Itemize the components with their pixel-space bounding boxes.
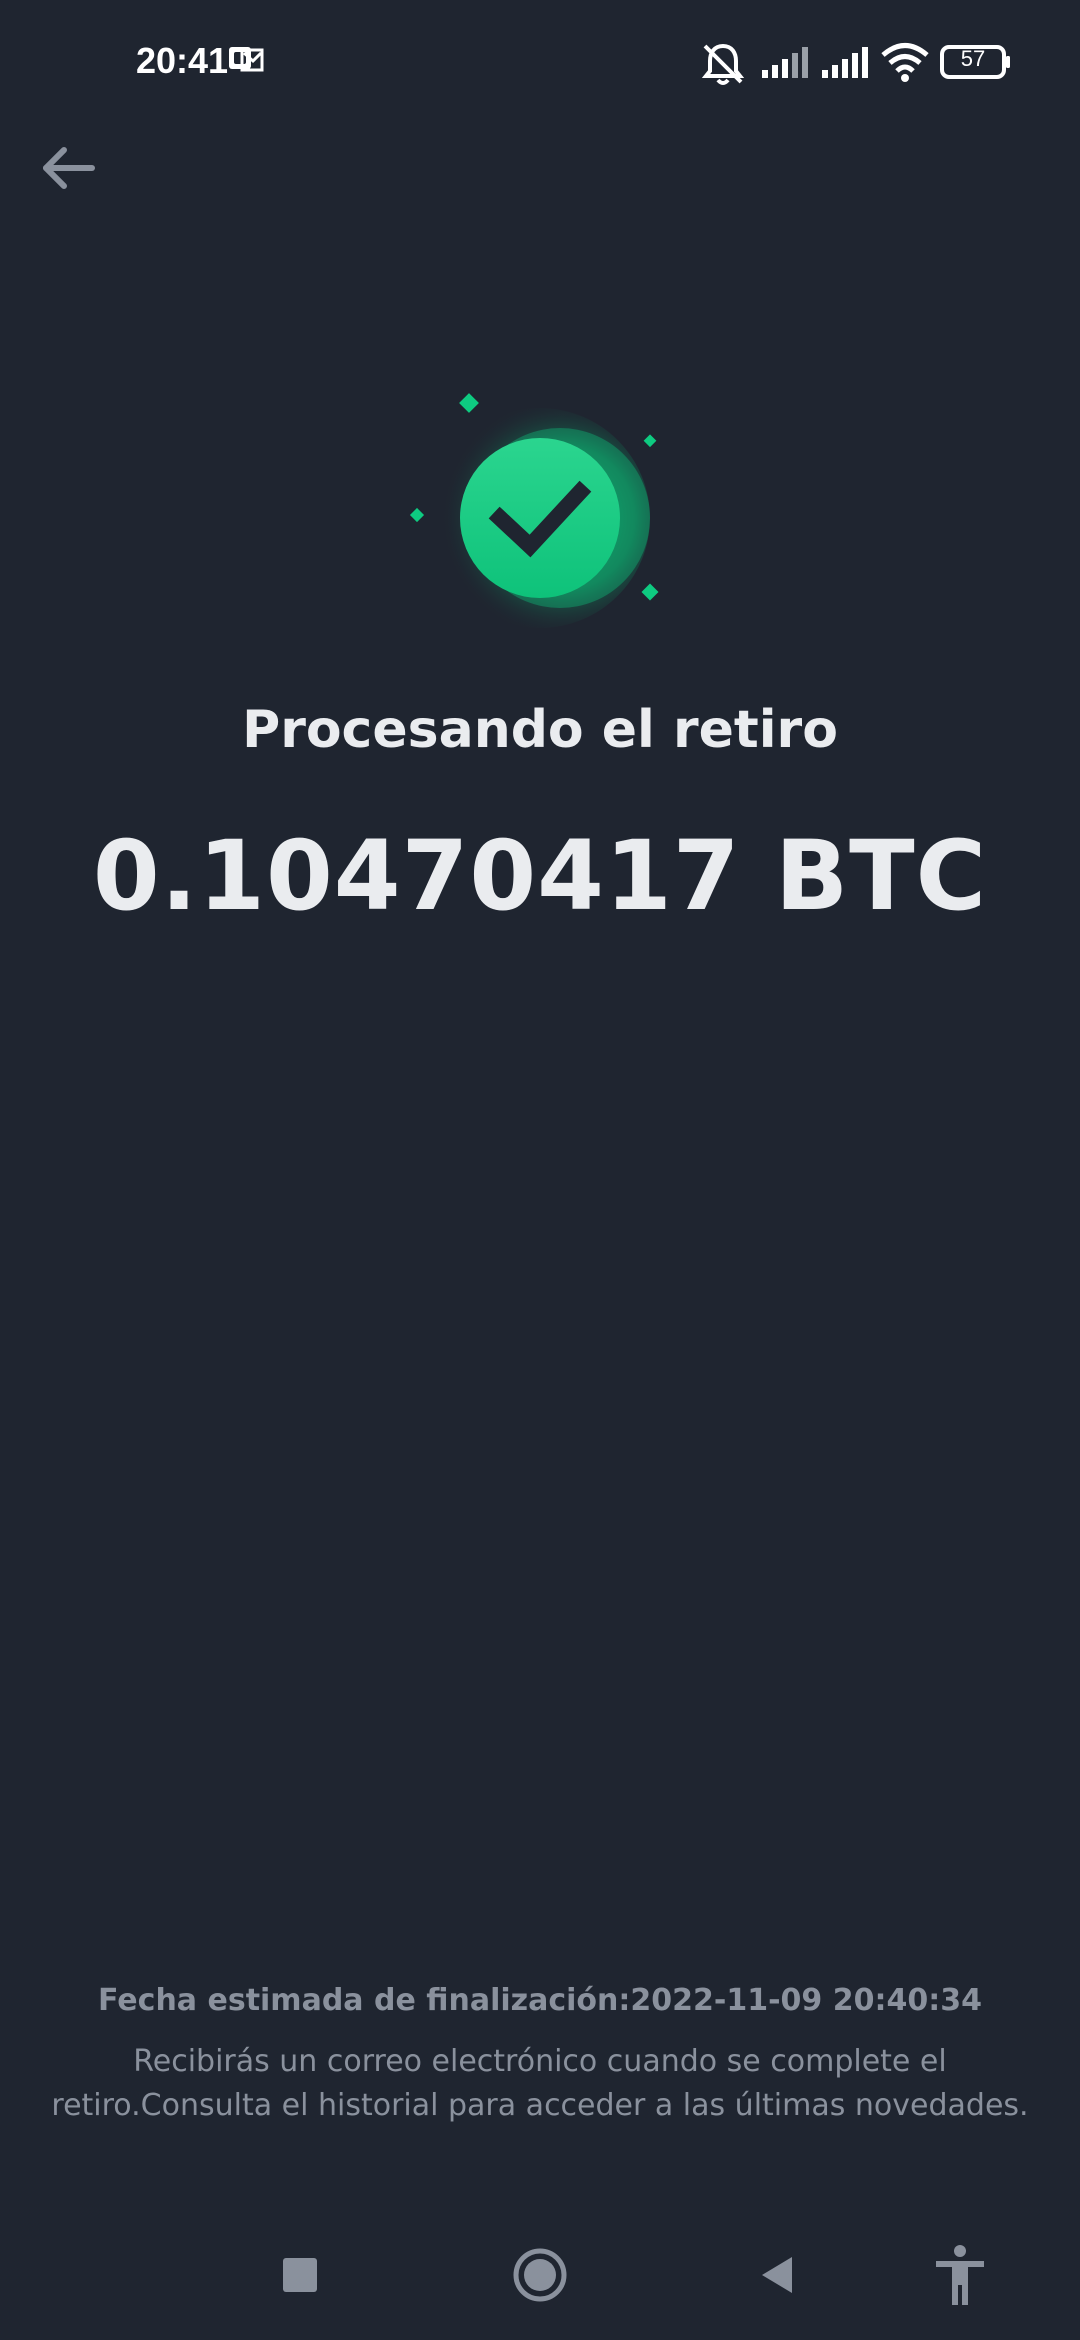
screen: 20:41 57 Procesando el retiro 0.10470417… xyxy=(0,0,1080,2340)
page-title: Procesando el retiro xyxy=(242,700,838,760)
check-circle-icon xyxy=(409,393,659,628)
recents-button[interactable] xyxy=(250,2220,350,2330)
info-text: Recibirás un correo electrónico cuando s… xyxy=(51,2044,1029,2123)
back-icon xyxy=(762,2257,792,2293)
system-nav-bar xyxy=(0,2220,1080,2330)
back-button[interactable] xyxy=(30,130,106,206)
nav-back-button[interactable] xyxy=(726,2220,826,2330)
accessibility-icon xyxy=(936,2245,984,2305)
status-time: 20:41 xyxy=(136,40,229,81)
home-button[interactable] xyxy=(490,2220,590,2330)
home-icon xyxy=(513,2248,567,2302)
signal-icon xyxy=(820,46,872,84)
mute-icon xyxy=(700,42,746,90)
withdrawal-amount: 0.10470417 BTC xyxy=(92,820,988,932)
estimated-completion-date: Fecha estimada de finalización:2022-11-0… xyxy=(98,1983,982,2018)
signal-icon xyxy=(760,46,812,84)
status-bar: 20:41 57 xyxy=(0,0,1080,120)
arrow-left-icon xyxy=(43,147,95,189)
battery-icon: 57 xyxy=(940,44,1012,84)
recents-icon xyxy=(283,2258,317,2292)
accessibility-button[interactable] xyxy=(910,2220,1010,2330)
wifi-icon xyxy=(880,42,930,86)
notification-icon xyxy=(228,44,264,74)
success-graphic xyxy=(400,390,680,640)
battery-level: 57 xyxy=(960,46,986,71)
